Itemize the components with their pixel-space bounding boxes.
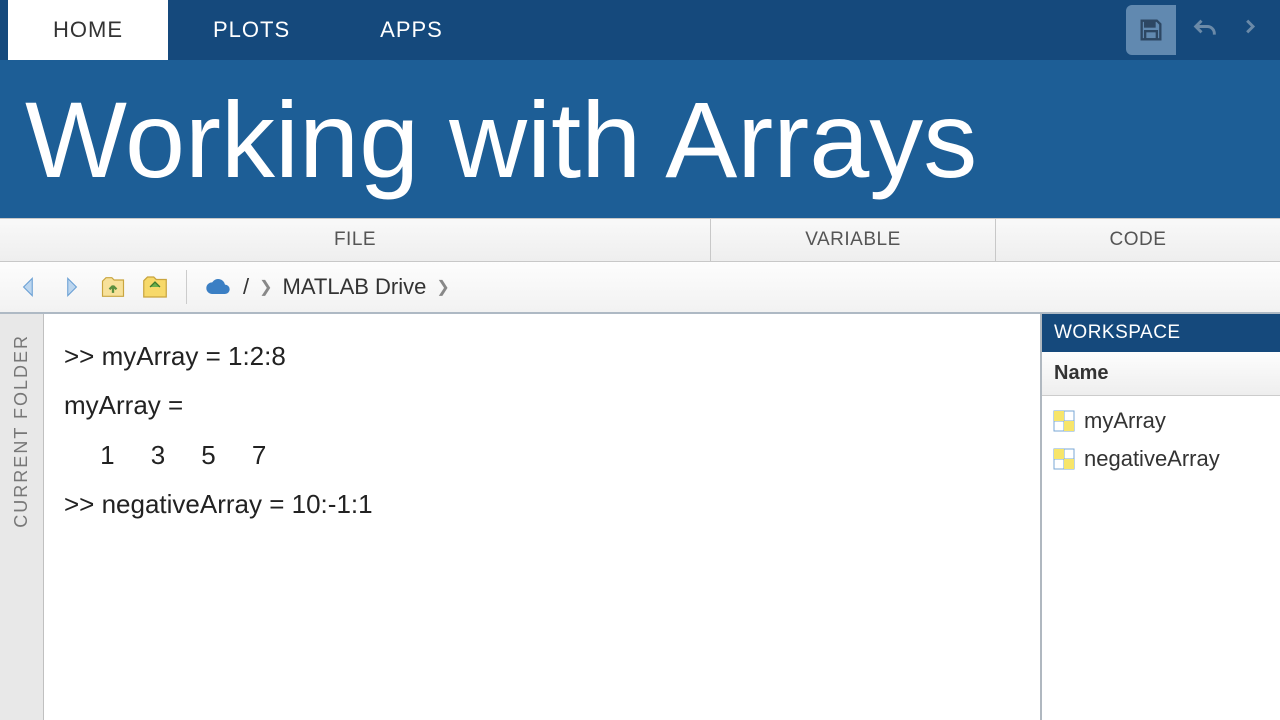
breadcrumb[interactable]: / ❯ MATLAB Drive ❯ <box>243 274 450 300</box>
chevron-right-icon: ❯ <box>259 277 272 297</box>
var-name: negativeArray <box>1084 446 1220 472</box>
var-name: myArray <box>1084 408 1166 434</box>
main-area: CURRENT FOLDER >> myArray = 1:2:8 myArra… <box>0 314 1280 720</box>
forward-icon[interactable] <box>54 270 88 304</box>
title-banner: Working with Arrays <box>0 60 1280 218</box>
current-folder-panel[interactable]: CURRENT FOLDER <box>0 314 44 720</box>
command-window[interactable]: >> myArray = 1:2:8 myArray = 1 3 5 7 >> … <box>44 314 1040 720</box>
workspace-col-name[interactable]: Name <box>1042 352 1280 396</box>
undo-icon[interactable] <box>1186 11 1224 49</box>
breadcrumb-root[interactable]: / <box>243 274 249 300</box>
cmd-output-values: 1 3 5 7 <box>64 431 1020 480</box>
tab-home[interactable]: HOME <box>8 0 168 60</box>
cmd-output-header: myArray = <box>64 381 1020 430</box>
section-bar: FILE VARIABLE CODE <box>0 218 1280 262</box>
section-variable: VARIABLE <box>711 219 996 261</box>
back-icon[interactable] <box>12 270 46 304</box>
chevron-right-icon: ❯ <box>436 277 449 297</box>
workspace-panel: WORKSPACE Name myArray negativeArray <box>1040 314 1280 720</box>
workspace-var[interactable]: negativeArray <box>1042 440 1280 478</box>
tab-plots[interactable]: PLOTS <box>168 0 335 60</box>
divider <box>186 270 187 304</box>
current-folder-label: CURRENT FOLDER <box>11 334 32 528</box>
breadcrumb-drive[interactable]: MATLAB Drive <box>283 274 427 300</box>
cmd-input-2: >> negativeArray = 10:-1:1 <box>64 480 1020 529</box>
workspace-list: myArray negativeArray <box>1042 396 1280 484</box>
tab-apps[interactable]: APPS <box>335 0 488 60</box>
redo-icon[interactable] <box>1234 11 1272 49</box>
section-file: FILE <box>0 219 711 261</box>
toolstrip: HOME PLOTS APPS <box>0 0 1280 60</box>
workspace-title: WORKSPACE <box>1042 314 1280 352</box>
cmd-input-1: >> myArray = 1:2:8 <box>64 332 1020 381</box>
workspace-var[interactable]: myArray <box>1042 402 1280 440</box>
variable-icon <box>1052 447 1076 471</box>
up-folder-icon[interactable] <box>96 270 130 304</box>
browse-folder-icon[interactable] <box>138 270 172 304</box>
address-bar: / ❯ MATLAB Drive ❯ <box>0 262 1280 314</box>
save-icon[interactable] <box>1132 11 1170 49</box>
variable-icon <box>1052 409 1076 433</box>
quick-access-toolbar <box>1126 0 1280 60</box>
cloud-icon[interactable] <box>201 270 235 304</box>
section-code: CODE <box>996 219 1280 261</box>
